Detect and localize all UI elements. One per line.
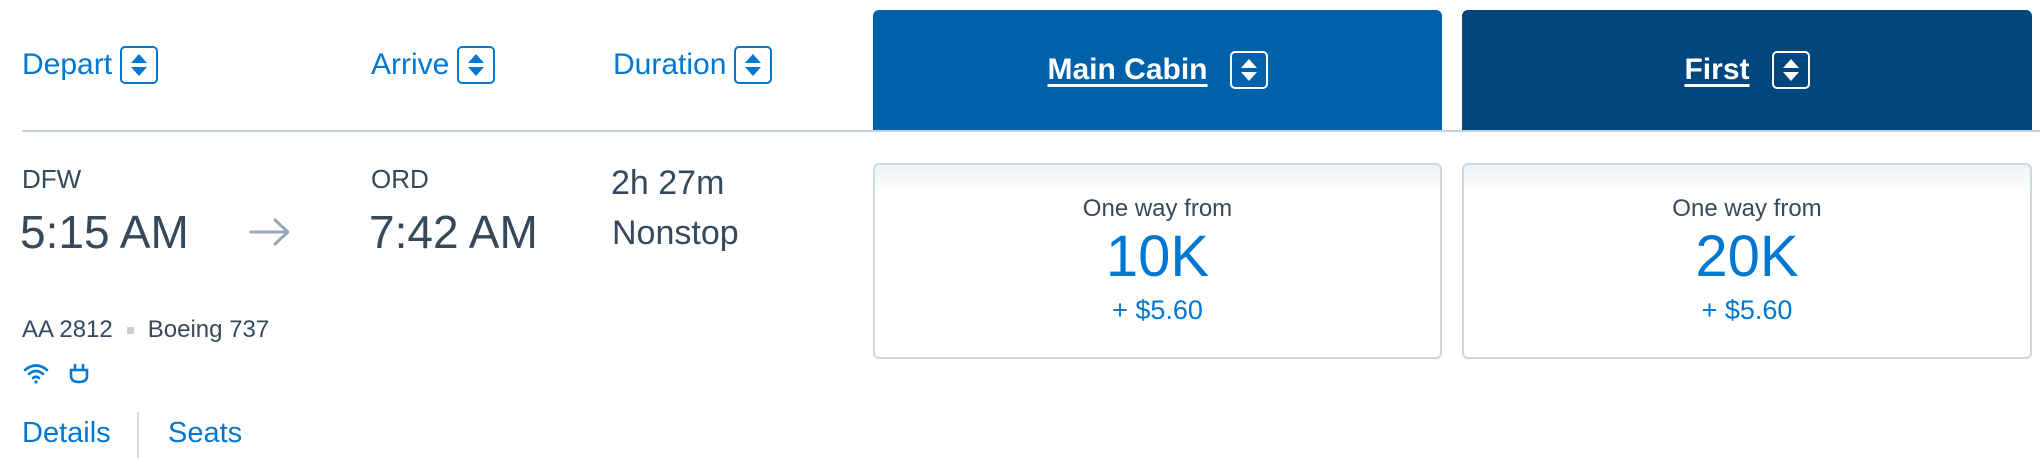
- sort-toggle-icon: [120, 46, 159, 84]
- main-cabin-label: Main Cabin: [1047, 53, 1208, 86]
- fare-tax: + $5.60: [1112, 295, 1203, 325]
- fare-tax: + $5.60: [1701, 295, 1793, 325]
- arrive-header-label: Arrive: [371, 48, 450, 81]
- stops-info: Nonstop: [612, 214, 739, 252]
- main-cabin-fare-button[interactable]: One way from 10K + $5.60: [873, 163, 1442, 359]
- fare-label: One way from: [1082, 195, 1233, 222]
- arrive-time: 7:42 AM: [369, 206, 538, 258]
- sort-arrive-header[interactable]: Arrive: [371, 46, 496, 84]
- sort-duration-header[interactable]: Duration: [613, 46, 773, 84]
- main-cabin-header[interactable]: Main Cabin: [873, 10, 1442, 130]
- seats-link[interactable]: Seats: [168, 417, 242, 450]
- header-divider: [22, 130, 2040, 132]
- duration-header-label: Duration: [613, 48, 727, 81]
- link-divider: [137, 412, 139, 458]
- sort-toggle-icon: [1229, 51, 1268, 89]
- depart-header-label: Depart: [22, 48, 113, 81]
- details-link[interactable]: Details: [22, 417, 111, 450]
- sort-depart-header[interactable]: Depart: [22, 46, 159, 84]
- arrow-right-icon: [248, 215, 292, 254]
- sort-toggle-icon: [457, 46, 496, 84]
- power-outlet-icon: [67, 363, 91, 392]
- flight-duration: 2h 27m: [611, 164, 725, 202]
- sort-toggle-icon: [1771, 51, 1810, 89]
- flight-meta: AA 2812 Boeing 737: [22, 316, 269, 344]
- fare-miles: 20K: [1695, 224, 1799, 289]
- depart-time: 5:15 AM: [20, 206, 189, 258]
- destination-airport: ORD: [371, 164, 429, 194]
- sort-toggle-icon: [734, 46, 773, 84]
- first-cabin-header[interactable]: First: [1462, 10, 2032, 130]
- origin-airport: DFW: [22, 164, 82, 194]
- aircraft-type: Boeing 737: [147, 316, 270, 343]
- fare-label: One way from: [1672, 195, 1822, 222]
- wifi-icon: [22, 362, 50, 391]
- first-cabin-label: First: [1684, 53, 1750, 86]
- separator-dot: [126, 326, 134, 334]
- fare-miles: 10K: [1105, 224, 1210, 289]
- flight-number: AA 2812: [22, 316, 113, 343]
- first-cabin-fare-button[interactable]: One way from 20K + $5.60: [1462, 163, 2032, 359]
